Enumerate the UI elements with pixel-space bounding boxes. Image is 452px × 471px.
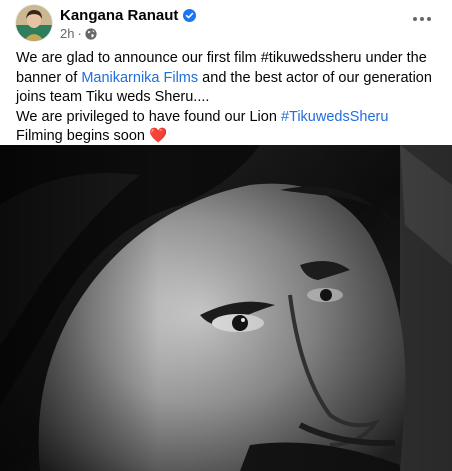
meta-separator: · — [77, 26, 82, 41]
author-name[interactable]: Kangana Ranaut — [60, 7, 178, 24]
author-avatar[interactable] — [16, 5, 52, 41]
manikarnika-films-link[interactable]: Manikarnika Films — [81, 70, 198, 86]
post-photo[interactable] — [0, 145, 452, 471]
hashtag-link[interactable]: #TikuwedsSheru — [281, 109, 388, 125]
author-row: Kangana Ranaut — [60, 7, 197, 24]
post-paragraph-1: We are glad to announce our first film #… — [16, 49, 440, 108]
globe-icon[interactable] — [85, 27, 97, 40]
portrait-image — [0, 145, 452, 471]
post-timestamp[interactable]: 2h — [60, 26, 74, 41]
verified-badge-icon — [183, 9, 197, 22]
heart-emoji: ❤️ — [149, 128, 168, 144]
avatar-image — [16, 5, 52, 41]
facebook-post: Kangana Ranaut 2h · We are glad to annou… — [0, 0, 452, 471]
text-segment: We are privileged to have found our Lion — [16, 108, 281, 125]
more-options-icon[interactable] — [408, 9, 436, 29]
text-segment: Filming begins soon — [16, 128, 149, 144]
post-header: Kangana Ranaut 2h · — [16, 5, 436, 45]
post-meta: 2h · — [60, 26, 97, 41]
post-paragraph-3: Filming begins soon ❤️ — [16, 127, 440, 147]
post-text: We are glad to announce our first film #… — [16, 49, 440, 147]
post-paragraph-2: We are privileged to have found our Lion… — [16, 108, 440, 128]
